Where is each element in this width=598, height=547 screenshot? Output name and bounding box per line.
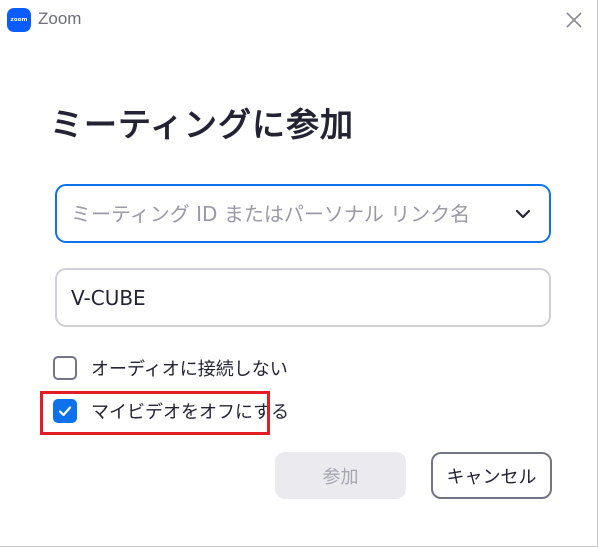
no-audio-checkbox[interactable] <box>53 356 77 380</box>
window-title: Zoom <box>38 9 82 28</box>
title-bar: zoom Zoom <box>0 0 598 40</box>
logo-text: zoom <box>10 17 28 23</box>
no-audio-label[interactable]: オーディオに接続しない <box>91 355 288 381</box>
display-name-input[interactable] <box>71 270 531 325</box>
display-name-field[interactable] <box>55 268 551 327</box>
cancel-button[interactable]: キャンセル <box>431 452 552 499</box>
close-icon <box>566 12 582 28</box>
page-title: ミーティングに参加 <box>50 105 355 144</box>
meeting-id-combobox[interactable] <box>55 184 551 243</box>
highlight-annotation-box <box>40 391 270 435</box>
join-button[interactable]: 参加 <box>275 452 406 499</box>
zoom-logo-icon: zoom <box>7 8 31 32</box>
zoom-join-window: zoom Zoom ミーティングに参加 オーディオに接続しない マイビデオをオフ… <box>0 0 598 547</box>
close-button[interactable] <box>558 4 590 36</box>
chevron-down-icon[interactable] <box>513 204 533 224</box>
no-audio-option[interactable]: オーディオに接続しない <box>53 355 288 381</box>
meeting-id-input[interactable] <box>71 186 491 241</box>
